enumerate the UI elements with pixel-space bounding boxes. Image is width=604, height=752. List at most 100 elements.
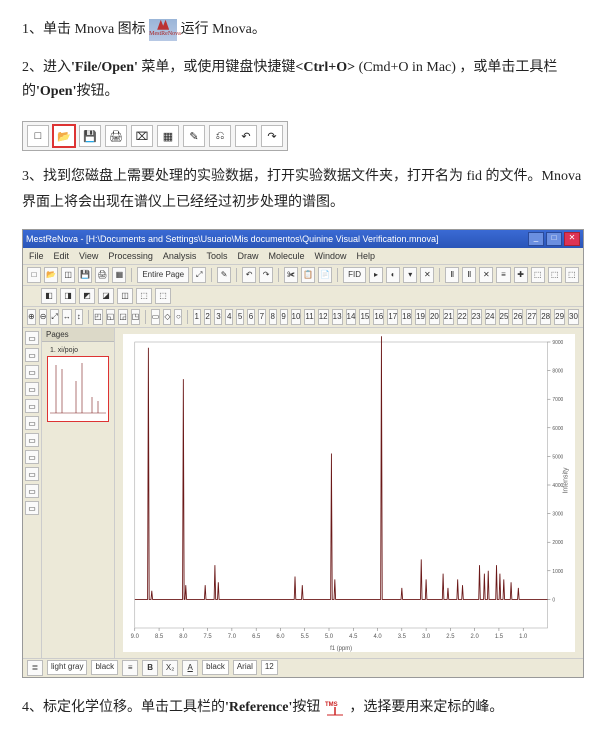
toolbar-button[interactable]: ⊖ [39,309,48,325]
menu-item[interactable]: View [79,251,98,261]
sel-color1[interactable]: light gray [47,660,87,675]
minimize-button[interactable]: _ [528,232,544,246]
toolbar-button[interactable]: ✎ [217,267,231,283]
toolbar-button[interactable]: ⤢ [50,309,58,325]
toolbar-button[interactable]: ⬚ [531,267,545,283]
toolbar-select[interactable]: Entire Page [137,267,189,283]
side-tool[interactable]: ▭ [25,382,39,396]
toolbar-button[interactable]: ⬚ [136,288,152,304]
toolbar-button[interactable]: 1 [193,309,201,325]
toolbar-button[interactable]: 3 [214,309,222,325]
menu-item[interactable]: Window [315,251,347,261]
side-tool[interactable]: ▭ [25,484,39,498]
side-tool[interactable]: ▭ [25,399,39,413]
close-button[interactable]: ✕ [564,232,580,246]
font-a-icon[interactable]: A [182,660,198,676]
menu-item[interactable]: File [29,251,44,261]
toolbar-button[interactable]: ✕ [420,267,434,283]
toolbar-button[interactable]: ⬚ [565,267,579,283]
spectrum-plot[interactable]: 9.08.58.07.57.06.56.05.55.04.54.03.53.02… [123,334,575,652]
toolbar-button[interactable]: ⤢ [192,267,206,283]
menu-item[interactable]: Processing [108,251,153,261]
toolbar-button[interactable]: ↕ [75,309,83,325]
toolbar-button[interactable]: 6 [247,309,255,325]
toolbar-button[interactable]: 12 [318,309,329,325]
toolbar-button[interactable]: 📂 [44,267,58,283]
toolbar-button[interactable]: 11 [304,309,314,325]
toolbar-button[interactable]: ◇ [163,309,171,325]
menu-item[interactable]: Tools [206,251,227,261]
toolbar-button[interactable]: ◧ [41,288,57,304]
toolbar-button[interactable]: 19 [415,309,426,325]
toolbar-button[interactable]: 9 [280,309,288,325]
side-tool[interactable]: ▭ [25,331,39,345]
toolbar-button[interactable]: ◩ [79,288,95,304]
side-tool[interactable]: ▭ [25,501,39,515]
toolbar-button[interactable]: ◫ [117,288,133,304]
toolbar-button[interactable]: ▦ [112,267,126,283]
menu-item[interactable]: Molecule [268,251,304,261]
toolbar-button[interactable]: 4 [225,309,233,325]
toolbar-button[interactable]: 27 [526,309,537,325]
toolbar-button[interactable]: ⊕ [27,309,36,325]
toolbar-button[interactable]: 23 [471,309,482,325]
menu-item[interactable]: Analysis [163,251,197,261]
toolbar-button[interactable]: 26 [512,309,523,325]
toolbar-button[interactable]: 18 [401,309,412,325]
sel-size[interactable]: 12 [261,660,278,675]
toolbar-button[interactable]: 16 [373,309,384,325]
toolbar-button[interactable]: ○ [174,309,182,325]
side-tool[interactable]: ▭ [25,450,39,464]
toolbar-button[interactable]: 22 [457,309,468,325]
toolbar-button[interactable]: ◲ [118,309,128,325]
toolbar-button[interactable]: 8 [269,309,277,325]
toolbar-button[interactable]: ◐ [386,267,400,283]
side-tool[interactable]: ▭ [25,416,39,430]
toolbar-button[interactable]: ◪ [98,288,114,304]
toolbar-button[interactable]: ◨ [60,288,76,304]
toolbar-button[interactable]: 💾 [78,267,92,283]
toolbar-button[interactable]: ↶ [242,267,256,283]
toolbar-button[interactable]: 🖨 [95,267,109,283]
toolbar-button[interactable]: 21 [443,309,454,325]
toolbar-button[interactable]: ◫ [61,267,75,283]
toolbar-button[interactable]: 10 [291,309,302,325]
sel-font[interactable]: Arial [233,660,257,675]
toolbar-button[interactable]: 25 [499,309,510,325]
toolbar-button[interactable]: ↔ [62,309,72,325]
toolbar-button[interactable]: ▭ [151,309,161,325]
side-tool[interactable]: ▭ [25,433,39,447]
menu-item[interactable]: Draw [237,251,258,261]
toolbar-button[interactable]: ◱ [106,309,116,325]
toolbar-button[interactable]: 29 [554,309,565,325]
toolbar-button[interactable]: ✀ [284,267,298,283]
toolbar-button[interactable]: ✚ [514,267,528,283]
toolbar-button[interactable]: 5 [236,309,244,325]
toolbar-button[interactable]: ≡ [496,267,510,283]
layer-icon[interactable]: ≣ [27,660,43,676]
toolbar-button[interactable]: ▾ [403,267,417,283]
toolbar-button[interactable]: 14 [346,309,357,325]
maximize-button[interactable]: □ [546,232,562,246]
subscript-icon[interactable]: X₂ [162,660,178,676]
side-tool[interactable]: ▭ [25,467,39,481]
toolbar-button[interactable]: 15 [359,309,370,325]
toolbar-button[interactable]: ◳ [131,309,141,325]
bold-icon[interactable]: B [142,660,158,676]
toolbar-button[interactable]: 2 [204,309,212,325]
toolbar-button[interactable]: 17 [387,309,398,325]
page-thumbnail[interactable]: 1. xi/pojo [47,356,109,422]
toolbar-button[interactable]: ⬚ [155,288,171,304]
menu-item[interactable]: Edit [54,251,70,261]
toolbar-button[interactable]: ✕ [479,267,493,283]
sel-color2[interactable]: black [91,660,118,675]
toolbar-button[interactable]: 📄 [318,267,332,283]
sel-color3[interactable]: black [202,660,229,675]
toolbar-button[interactable]: ◰ [93,309,103,325]
side-tool[interactable]: ▭ [25,365,39,379]
toolbar-button[interactable]: 📋 [301,267,315,283]
toolbar-button[interactable]: ⬚ [548,267,562,283]
toolbar-button[interactable]: Ⅱ [445,267,459,283]
menu-item[interactable]: Help [357,251,376,261]
toolbar-button[interactable]: ▸ [369,267,383,283]
